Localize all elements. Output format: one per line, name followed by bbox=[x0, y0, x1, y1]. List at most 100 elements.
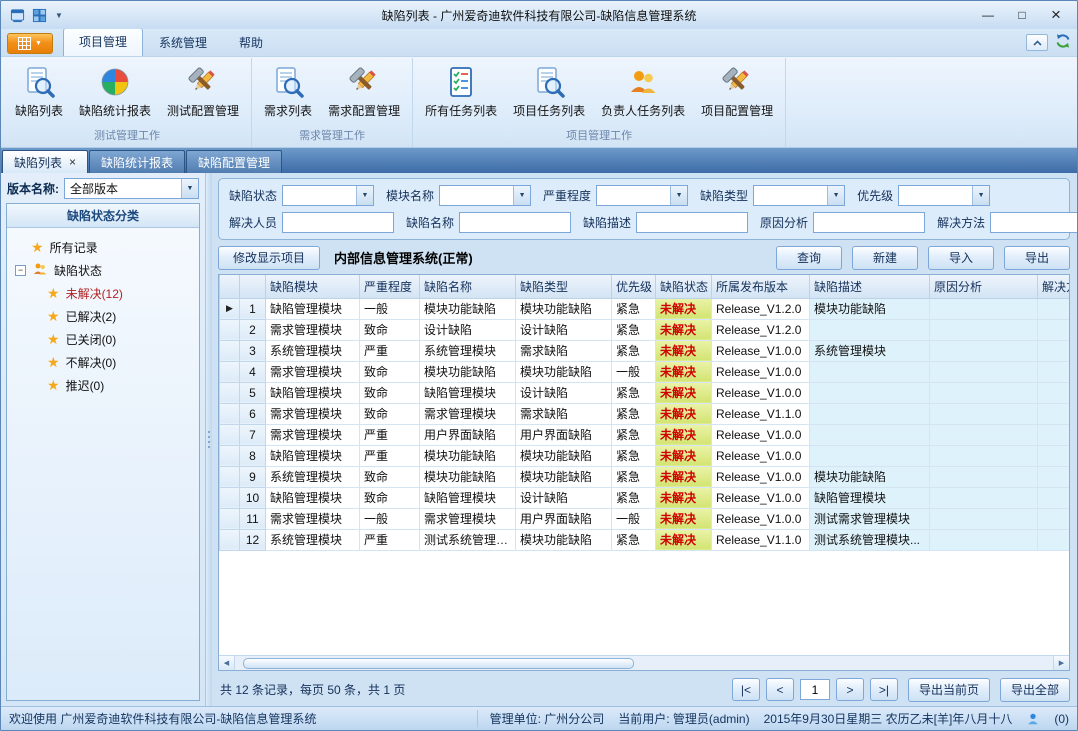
collapse-ribbon-button[interactable] bbox=[1026, 34, 1048, 51]
ribbon-tab-project-management[interactable]: 项目管理 bbox=[63, 28, 143, 56]
tree-item-unresolved[interactable]: ★未解决(12) bbox=[9, 282, 197, 305]
ribbon-button-test-config-management[interactable]: 测试配置管理 bbox=[159, 62, 247, 123]
tree-item-all-records[interactable]: ★所有记录 bbox=[9, 236, 197, 259]
filter-combo-defect-status[interactable]: ▼ bbox=[282, 185, 374, 206]
page-number-input[interactable] bbox=[800, 679, 830, 700]
filter-input-defect-name[interactable] bbox=[459, 212, 571, 233]
collapse-icon[interactable]: − bbox=[15, 265, 26, 276]
next-page-button[interactable]: > bbox=[836, 678, 864, 701]
export-current-page-button[interactable]: 导出当前页 bbox=[908, 678, 990, 702]
doc-tab-defect-stats-report[interactable]: 缺陷统计报表 bbox=[89, 150, 185, 173]
column-header[interactable]: 所属发布版本 bbox=[712, 275, 810, 298]
scroll-right-icon[interactable]: ▶ bbox=[1053, 656, 1069, 670]
app-logo-icon[interactable] bbox=[8, 6, 26, 24]
prev-page-button[interactable]: < bbox=[766, 678, 794, 701]
table-row[interactable]: 10缺陷管理模块致命缺陷管理模块设计缺陷紧急未解决Release_V1.0.0缺… bbox=[220, 487, 1070, 508]
scrollbar-thumb[interactable] bbox=[243, 658, 634, 669]
ribbon-button-project-config-management[interactable]: 项目配置管理 bbox=[693, 62, 781, 123]
new-button[interactable]: 新建 bbox=[852, 246, 918, 270]
column-header[interactable]: 缺陷类型 bbox=[516, 275, 612, 298]
filter-input-solution[interactable] bbox=[990, 212, 1078, 233]
row-selector[interactable] bbox=[220, 508, 240, 529]
views-icon[interactable] bbox=[30, 6, 48, 24]
filter-combo-priority[interactable]: ▼ bbox=[898, 185, 990, 206]
ribbon-button-defect-stats-report[interactable]: 缺陷统计报表 bbox=[71, 62, 159, 123]
filter-input-defect-desc[interactable] bbox=[636, 212, 748, 233]
column-header[interactable]: 解决方法 bbox=[1038, 275, 1070, 298]
column-header[interactable]: 原因分析 bbox=[930, 275, 1038, 298]
ribbon-button-all-tasks-list[interactable]: 所有任务列表 bbox=[417, 62, 505, 123]
last-page-button[interactable]: >| bbox=[870, 678, 898, 701]
ribbon-button-defect-list[interactable]: 缺陷列表 bbox=[7, 62, 71, 123]
tree-item-closed[interactable]: ★已关闭(0) bbox=[9, 328, 197, 351]
close-button[interactable]: × bbox=[1039, 4, 1073, 27]
close-tab-icon[interactable]: × bbox=[69, 155, 76, 169]
application-menu-button[interactable]: ▼ bbox=[7, 33, 53, 54]
import-button[interactable]: 导入 bbox=[928, 246, 994, 270]
minimize-button[interactable]: — bbox=[971, 4, 1005, 27]
horizontal-scrollbar[interactable]: ◀ ▶ bbox=[219, 655, 1069, 670]
filter-combo-defect-type[interactable]: ▼ bbox=[753, 185, 845, 206]
scroll-left-icon[interactable]: ◀ bbox=[219, 656, 235, 670]
table-row[interactable]: 12系统管理模块严重测试系统管理模...模块功能缺陷紧急未解决Release_V… bbox=[220, 529, 1070, 550]
query-button[interactable]: 查询 bbox=[776, 246, 842, 270]
tree-item-defect-status[interactable]: −缺陷状态 bbox=[9, 259, 197, 282]
export-button[interactable]: 导出 bbox=[1004, 246, 1070, 270]
chevron-down-icon[interactable]: ▼ bbox=[356, 186, 373, 205]
doc-tab-defect-list[interactable]: 缺陷列表× bbox=[2, 150, 88, 173]
maximize-button[interactable]: □ bbox=[1005, 4, 1039, 27]
row-selector[interactable]: ▶ bbox=[220, 298, 240, 319]
row-selector[interactable] bbox=[220, 424, 240, 445]
export-all-button[interactable]: 导出全部 bbox=[1000, 678, 1070, 702]
doc-tab-defect-config-management[interactable]: 缺陷配置管理 bbox=[186, 150, 282, 173]
row-selector[interactable] bbox=[220, 487, 240, 508]
chevron-down-icon[interactable]: ▼ bbox=[972, 186, 989, 205]
filter-input-resolver[interactable] bbox=[282, 212, 394, 233]
table-row[interactable]: ▶1缺陷管理模块一般模块功能缺陷模块功能缺陷紧急未解决Release_V1.2.… bbox=[220, 298, 1070, 319]
filter-combo-module-name[interactable]: ▼ bbox=[439, 185, 531, 206]
row-selector[interactable] bbox=[220, 403, 240, 424]
chevron-down-icon[interactable]: ▼ bbox=[670, 186, 687, 205]
table-row[interactable]: 11需求管理模块一般需求管理模块用户界面缺陷一般未解决Release_V1.0.… bbox=[220, 508, 1070, 529]
table-row[interactable]: 6需求管理模块致命需求管理模块需求缺陷紧急未解决Release_V1.1.0 bbox=[220, 403, 1070, 424]
row-selector[interactable] bbox=[220, 445, 240, 466]
modify-display-items-button[interactable]: 修改显示项目 bbox=[218, 246, 320, 270]
ribbon-button-requirement-list[interactable]: 需求列表 bbox=[256, 62, 320, 123]
column-header[interactable]: 严重程度 bbox=[360, 275, 420, 298]
column-header[interactable]: 缺陷名称 bbox=[420, 275, 516, 298]
table-row[interactable]: 5缺陷管理模块致命缺陷管理模块设计缺陷紧急未解决Release_V1.0.0 bbox=[220, 382, 1070, 403]
column-header[interactable]: 缺陷描述 bbox=[810, 275, 930, 298]
ribbon-button-requirement-config-management[interactable]: 需求配置管理 bbox=[320, 62, 408, 123]
row-selector[interactable] bbox=[220, 361, 240, 382]
filter-combo-severity[interactable]: ▼ bbox=[596, 185, 688, 206]
tree-item-postponed[interactable]: ★推迟(0) bbox=[9, 374, 197, 397]
sidebar-splitter[interactable] bbox=[205, 173, 212, 706]
table-row[interactable]: 4需求管理模块致命模块功能缺陷模块功能缺陷一般未解决Release_V1.0.0 bbox=[220, 361, 1070, 382]
first-page-button[interactable]: |< bbox=[732, 678, 760, 701]
table-row[interactable]: 3系统管理模块严重系统管理模块需求缺陷紧急未解决Release_V1.0.0系统… bbox=[220, 340, 1070, 361]
table-row[interactable]: 2需求管理模块致命设计缺陷设计缺陷紧急未解决Release_V1.2.0 bbox=[220, 319, 1070, 340]
ribbon-button-owner-tasks-list[interactable]: 负责人任务列表 bbox=[593, 62, 693, 123]
table-row[interactable]: 9系统管理模块致命模块功能缺陷模块功能缺陷紧急未解决Release_V1.0.0… bbox=[220, 466, 1070, 487]
chevron-down-icon[interactable]: ▼ bbox=[827, 186, 844, 205]
row-selector[interactable] bbox=[220, 382, 240, 403]
ribbon-button-project-tasks-list[interactable]: 项目任务列表 bbox=[505, 62, 593, 123]
filter-input-cause-analysis[interactable] bbox=[813, 212, 925, 233]
row-selector[interactable] bbox=[220, 319, 240, 340]
tree-item-resolved[interactable]: ★已解决(2) bbox=[9, 305, 197, 328]
chevron-down-icon[interactable]: ▼ bbox=[513, 186, 530, 205]
refresh-icon[interactable] bbox=[1055, 33, 1071, 52]
chevron-down-icon[interactable]: ▼ bbox=[181, 179, 198, 198]
ribbon-tab-system-management[interactable]: 系统管理 bbox=[143, 29, 223, 56]
row-selector[interactable] bbox=[220, 529, 240, 550]
row-selector[interactable] bbox=[220, 466, 240, 487]
quick-access-dropdown-icon[interactable]: ▼ bbox=[52, 11, 66, 20]
tree-item-wontfix[interactable]: ★不解决(0) bbox=[9, 351, 197, 374]
ribbon-tab-help[interactable]: 帮助 bbox=[223, 29, 279, 56]
version-combo[interactable]: 全部版本 ▼ bbox=[64, 178, 199, 199]
table-row[interactable]: 7需求管理模块严重用户界面缺陷用户界面缺陷紧急未解决Release_V1.0.0 bbox=[220, 424, 1070, 445]
table-row[interactable]: 8缺陷管理模块严重模块功能缺陷模块功能缺陷紧急未解决Release_V1.0.0 bbox=[220, 445, 1070, 466]
column-header[interactable]: 缺陷状态 bbox=[656, 275, 712, 298]
row-selector[interactable] bbox=[220, 340, 240, 361]
column-header[interactable]: 缺陷模块 bbox=[266, 275, 360, 298]
